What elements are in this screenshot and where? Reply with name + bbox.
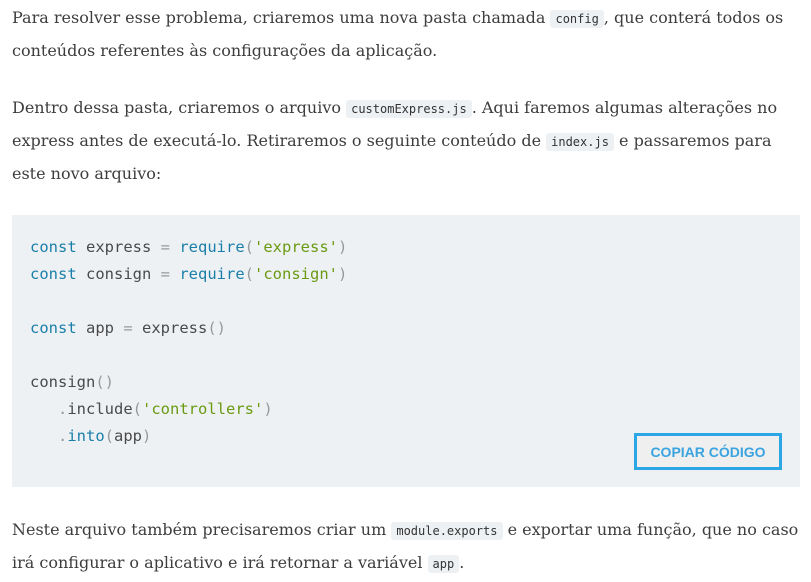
inline-code: config [550,10,604,28]
code-token: require [170,265,245,283]
code-token: const [30,238,77,256]
code-block: const express = require('express') const … [12,215,800,487]
inline-code: index.js [546,133,614,151]
code-token: ) [338,238,348,256]
code-token: () [95,373,114,391]
code-token: () [207,319,227,337]
code-token: app [114,427,142,445]
code-token: ( [132,400,142,418]
code-content: const express = require('express') const … [30,234,347,450]
code-token: = [160,238,171,256]
paragraph-intro: Para resolver esse problema, criaremos u… [12,8,784,60]
code-token: include [67,400,133,418]
code-token: consign [30,373,96,391]
code-token: 'express' [254,238,339,256]
code-token: = [160,265,171,283]
code-token: ( [104,427,114,445]
code-token: ( [244,265,255,283]
code-token: = [123,319,133,337]
code-line: .into(app) [30,423,347,450]
code-token: express [76,238,161,256]
code-token: const [30,265,77,283]
code-token: app [76,319,124,337]
code-line: const express = require('express') [30,234,347,261]
code-token: consign [76,265,161,283]
code-line: consign() [30,369,347,396]
copy-code-button[interactable]: COPIAR CÓDIGO [634,433,782,470]
code-line: .include('controllers') [30,396,347,423]
code-token: 'consign' [254,265,339,283]
code-token: express [132,319,208,337]
code-token: ) [263,400,273,418]
code-token: . [30,400,68,418]
code-token: ) [338,265,348,283]
inline-code: customExpress.js [346,100,472,118]
code-line: const app = express() [30,315,347,342]
code-token: const [30,319,77,337]
code-token: into [67,427,105,445]
paragraph-create-file: Dentro dessa pasta, criaremos o arquivo … [12,98,778,183]
code-token: ) [142,427,152,445]
code-token: . [30,427,68,445]
code-token: require [170,238,245,256]
inline-code: app [427,555,460,573]
code-token: ( [244,238,255,256]
code-line: const consign = require('consign') [30,261,347,288]
inline-code: module.exports [391,522,503,540]
paragraph-module-exports: Neste arquivo também precisaremos criar … [12,520,799,573]
code-token: 'controllers' [142,400,264,418]
